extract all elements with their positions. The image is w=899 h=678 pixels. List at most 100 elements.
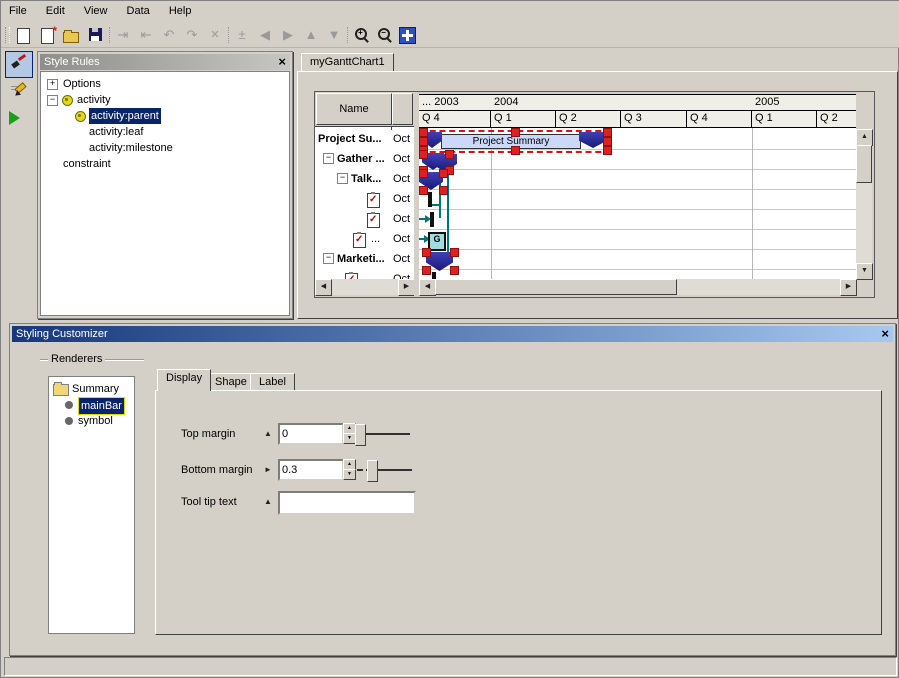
edit-data-button[interactable] — [5, 79, 31, 104]
task-icon: ✓ — [367, 213, 380, 228]
selection-handle[interactable] — [603, 137, 612, 146]
scroll-left-icon[interactable]: ◀ — [315, 279, 332, 296]
styling-customizer-panel: Styling Customizer × Renderers Summary m… — [9, 323, 896, 656]
expand-icon[interactable]: + — [47, 79, 58, 90]
tree-item-activity-milestone[interactable]: activity:milestone — [89, 140, 173, 156]
name-column-header[interactable]: Name — [316, 93, 392, 125]
changed-marker-icon: ▲ — [264, 429, 272, 438]
selection-handle[interactable] — [422, 266, 431, 275]
close-icon[interactable]: × — [278, 54, 286, 70]
zoom-out-icon[interactable]: − — [374, 25, 394, 45]
fit-to-view-icon[interactable] — [397, 25, 417, 45]
scroll-up-icon[interactable]: ▲ — [856, 129, 873, 146]
scroll-right-icon[interactable]: ▶ — [840, 279, 857, 296]
table-row[interactable]: ✓ Oct — [315, 190, 413, 211]
menu-edit[interactable]: Edit — [38, 1, 73, 20]
collapse-icon[interactable]: − — [323, 253, 334, 264]
constraint-line — [432, 204, 440, 206]
tree-item-constraint[interactable]: constraint — [63, 156, 111, 172]
style-mode-button[interactable] — [5, 51, 33, 78]
table-row[interactable]: − Talk... Oct — [315, 170, 413, 191]
expand-collapse-icon: ± — [232, 25, 252, 45]
run-preview-button[interactable] — [5, 107, 31, 132]
chart-hscroll-track[interactable]: ◀ ▶ — [419, 279, 856, 295]
menu-file[interactable]: File — [1, 1, 35, 20]
new-chart-wizard-icon[interactable]: * — [37, 25, 57, 45]
new-document-icon[interactable] — [13, 25, 33, 45]
collapse-icon[interactable]: − — [47, 95, 58, 106]
gantt-chart-body[interactable]: Project Summary G — [419, 128, 856, 279]
tree-item-activity-leaf[interactable]: activity:leaf — [89, 124, 143, 140]
selection-handle[interactable] — [419, 150, 428, 159]
table-row[interactable]: − Marketi... Oct — [315, 250, 413, 271]
tab-shape[interactable]: Shape — [206, 373, 256, 391]
table-row[interactable]: − Gather ... Oct — [315, 150, 413, 171]
zoom-in-icon[interactable]: + — [351, 25, 371, 45]
styling-customizer-title: Styling Customizer — [16, 328, 108, 340]
toolbar-separator — [109, 27, 112, 43]
hscroll-thumb[interactable] — [435, 279, 677, 295]
gantt-table-body: Project Su... Oct − Gather ... Oct − Tal… — [315, 126, 414, 280]
save-icon[interactable] — [85, 25, 105, 45]
bottom-margin-input[interactable] — [278, 459, 344, 481]
close-icon[interactable]: × — [881, 326, 889, 342]
selection-handle[interactable] — [603, 128, 612, 137]
selection-handle[interactable] — [439, 169, 448, 178]
menu-view[interactable]: View — [76, 1, 116, 20]
top-margin-slider-thumb[interactable] — [355, 424, 366, 446]
tooltip-text-label: Tool tip text — [181, 496, 237, 508]
spin-down-icon[interactable]: ▼ — [343, 469, 356, 480]
vscroll-thumb[interactable] — [856, 145, 872, 183]
leaf-activity-bar[interactable] — [428, 192, 432, 207]
task-icon: ✓ — [353, 233, 366, 248]
scroll-left-icon[interactable]: ◀ — [419, 279, 436, 296]
leaf-activity-bar[interactable] — [430, 212, 434, 227]
selection-handle[interactable] — [511, 146, 520, 155]
chart-vscroll-track[interactable]: ▲ ▼ — [856, 129, 872, 279]
open-icon[interactable] — [61, 25, 81, 45]
tab-label[interactable]: Label — [250, 373, 295, 391]
collapse-icon[interactable]: − — [337, 173, 348, 184]
style-rules-titlebar[interactable]: Style Rules × — [40, 54, 290, 70]
date-column-header[interactable] — [392, 93, 413, 125]
table-hscroll-track[interactable]: ◀ ▶ — [315, 279, 414, 295]
leaf-activity-bar[interactable] — [432, 272, 436, 279]
table-row[interactable]: ✓ Oct — [315, 210, 413, 231]
tab-myganttchart1[interactable]: myGanttChart1 — [301, 53, 394, 72]
move-up-icon: ▲ — [301, 25, 321, 45]
toolbar-drag-handle[interactable] — [5, 27, 10, 43]
grid-line — [419, 249, 856, 250]
styling-customizer-titlebar[interactable]: Styling Customizer × — [12, 326, 893, 342]
menu-data[interactable]: Data — [119, 1, 158, 20]
selection-handle[interactable] — [450, 248, 459, 257]
selection-handle[interactable] — [439, 186, 448, 195]
selection-handle[interactable] — [603, 146, 612, 155]
selection-handle[interactable] — [511, 128, 520, 137]
bottom-margin-slider-thumb[interactable] — [367, 460, 378, 482]
selection-handle[interactable] — [450, 266, 459, 275]
selection-handle[interactable] — [419, 169, 428, 178]
pencil-icon — [11, 83, 25, 97]
selection-handle[interactable] — [422, 248, 431, 257]
menu-help[interactable]: Help — [161, 1, 200, 20]
timescale-quarters: Q 4 Q 1 Q 2 Q 3 Q 4 Q 1 Q 2 — [419, 110, 856, 129]
selection-handle[interactable] — [419, 137, 428, 146]
top-margin-input[interactable] — [278, 423, 344, 445]
renderers-tree: Summary mainBar symbol — [48, 376, 135, 634]
top-margin-label: Top margin — [181, 428, 235, 440]
selection-handle[interactable] — [419, 128, 428, 137]
paintbrush-icon — [11, 55, 27, 71]
table-row[interactable]: Project Su... Oct — [315, 130, 413, 151]
scroll-right-icon[interactable]: ▶ — [398, 279, 415, 296]
delete-icon: × — [205, 25, 225, 45]
table-row[interactable]: ✓ ... Oct — [315, 230, 413, 251]
tab-display[interactable]: Display — [157, 369, 211, 391]
changed-marker-icon: ► — [264, 465, 272, 474]
redo-icon: ↷ — [182, 25, 202, 45]
collapse-icon[interactable]: − — [323, 153, 334, 164]
selection-handle[interactable] — [419, 186, 428, 195]
scroll-down-icon[interactable]: ▼ — [856, 263, 873, 280]
main-toolbar: * ⇥ ⇤ ↶ ↷ × ± ◀ ▶ ▲ ▼ + − — [1, 23, 899, 48]
tooltip-text-input[interactable] — [278, 491, 416, 515]
selection-handle[interactable] — [445, 150, 454, 159]
